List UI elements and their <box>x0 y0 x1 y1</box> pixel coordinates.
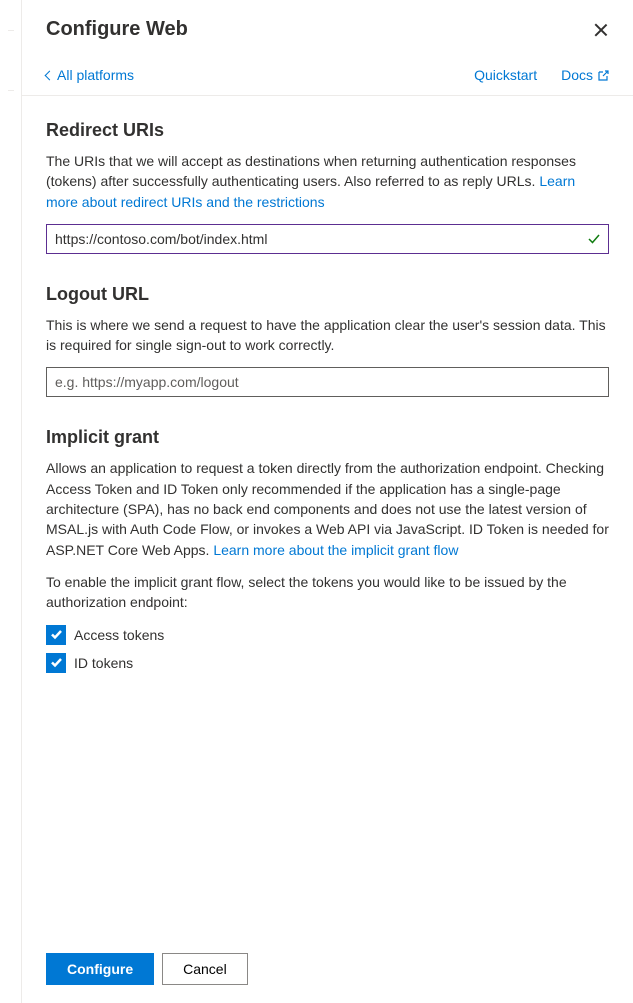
logout-url-description: This is where we send a request to have … <box>46 315 609 356</box>
back-link-label: All platforms <box>57 67 134 83</box>
background-edge <box>0 0 22 1003</box>
implicit-grant-heading: Implicit grant <box>46 427 609 448</box>
redirect-uri-input-wrapper <box>46 224 609 254</box>
docs-label: Docs <box>561 67 593 83</box>
access-tokens-label: Access tokens <box>74 627 164 643</box>
implicit-grant-description: Allows an application to request a token… <box>46 458 609 559</box>
implicit-enable-text: To enable the implicit grant flow, selec… <box>46 572 609 613</box>
id-tokens-label: ID tokens <box>74 655 133 671</box>
redirect-uris-description: The URIs that we will accept as destinat… <box>46 151 609 212</box>
cancel-button[interactable]: Cancel <box>162 953 248 985</box>
back-all-platforms-link[interactable]: All platforms <box>46 67 134 83</box>
panel-content: Redirect URIs The URIs that we will acce… <box>22 96 633 937</box>
access-tokens-checkbox-row[interactable]: Access tokens <box>46 625 609 645</box>
configure-button[interactable]: Configure <box>46 953 154 985</box>
implicit-grant-section: Implicit grant Allows an application to … <box>46 427 609 672</box>
panel-title: Configure Web <box>46 18 188 41</box>
docs-link[interactable]: Docs <box>561 67 609 83</box>
external-link-icon <box>597 69 609 81</box>
valid-check-icon <box>587 232 601 246</box>
logout-url-heading: Logout URL <box>46 284 609 305</box>
panel-footer: Configure Cancel <box>22 937 633 1003</box>
access-tokens-checkbox <box>46 625 66 645</box>
implicit-learn-more-link[interactable]: Learn more about the implicit grant flow <box>213 542 458 558</box>
chevron-left-icon <box>45 70 55 80</box>
configure-web-panel: Configure Web All platforms Quickstart D… <box>22 0 633 1003</box>
quickstart-label: Quickstart <box>474 67 537 83</box>
logout-url-input[interactable] <box>46 367 609 397</box>
panel-header: Configure Web <box>22 0 633 59</box>
redirect-uri-input[interactable] <box>46 224 609 254</box>
logout-url-input-wrapper <box>46 367 609 397</box>
close-icon[interactable] <box>593 22 609 38</box>
redirect-uris-heading: Redirect URIs <box>46 120 609 141</box>
logout-url-section: Logout URL This is where we send a reque… <box>46 284 609 398</box>
id-tokens-checkbox <box>46 653 66 673</box>
id-tokens-checkbox-row[interactable]: ID tokens <box>46 653 609 673</box>
quickstart-link[interactable]: Quickstart <box>474 67 537 83</box>
panel-topbar: All platforms Quickstart Docs <box>22 59 633 96</box>
top-links: Quickstart Docs <box>474 67 609 83</box>
redirect-uris-section: Redirect URIs The URIs that we will acce… <box>46 120 609 254</box>
